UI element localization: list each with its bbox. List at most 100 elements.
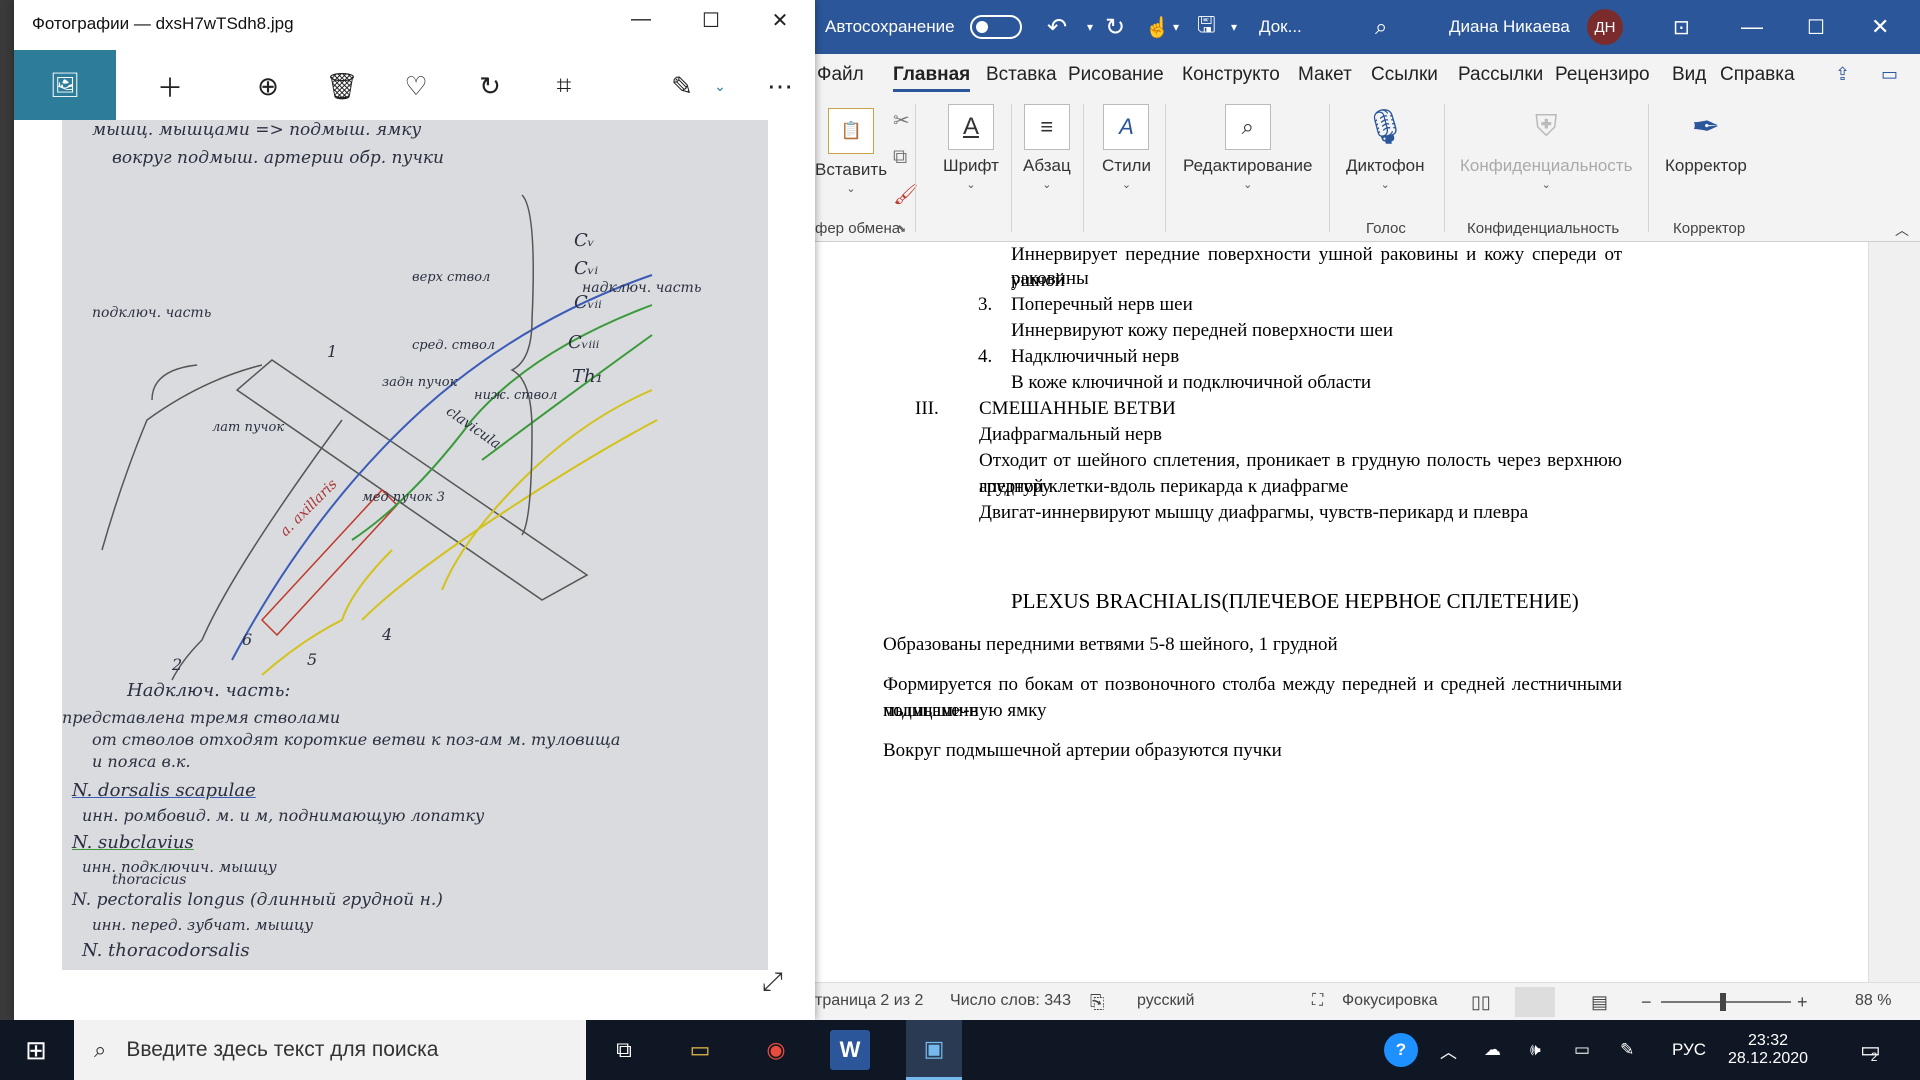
fullscreen-icon[interactable]: ⤢ <box>762 966 783 998</box>
doc-line: грудной клетки-вдоль перикарда к диафраг… <box>979 476 1349 497</box>
add-icon[interactable]: ＋ <box>148 64 192 108</box>
user-name[interactable]: Диана Никаева <box>1449 0 1570 54</box>
paragraph-icon: ≡ <box>1023 104 1070 150</box>
tab-file[interactable]: Файл <box>817 64 864 86</box>
save-icon[interactable]: 🖫 <box>1197 0 1216 54</box>
list-number: III. <box>915 398 939 419</box>
touch-dropdown-icon[interactable]: ▾ <box>1173 0 1179 54</box>
battery-icon[interactable]: ▭ <box>1574 1020 1590 1080</box>
touch-mode-icon[interactable]: ☝ <box>1145 0 1170 54</box>
dictate-label: Диктофон <box>1346 156 1425 175</box>
font-button[interactable]: A Шрифт ⌄ <box>943 104 999 191</box>
tab-help[interactable]: Справка <box>1720 64 1795 86</box>
vertical-scrollbar[interactable] <box>1868 242 1920 982</box>
file-explorer-icon[interactable]: ▭ <box>680 1030 720 1070</box>
tab-mailings[interactable]: Рассылки <box>1458 64 1543 86</box>
editing-button[interactable]: ⌕ Редактирование ⌄ <box>1183 104 1313 191</box>
tab-layout[interactable]: Макет <box>1298 64 1352 86</box>
corrector-button[interactable]: ✒ Корректор <box>1665 104 1747 176</box>
share-icon[interactable]: ⇪ <box>1835 64 1850 85</box>
language-status[interactable]: русский <box>1137 992 1194 1010</box>
photo-viewport[interactable]: мышц. мышцами => подмыш. ямку вокруг под… <box>14 120 815 1020</box>
proofing-icon[interactable]: ⎘ <box>1090 992 1104 1013</box>
zoom-out-icon[interactable]: − <box>1641 992 1652 1013</box>
rotate-icon[interactable]: ↻ <box>468 64 512 108</box>
document-name[interactable]: Док... <box>1259 0 1302 54</box>
clock-time: 23:32 <box>1748 1032 1789 1049</box>
undo-dropdown-icon[interactable]: ▾ <box>1087 0 1093 54</box>
styles-button[interactable]: A Стили ⌄ <box>1102 104 1151 191</box>
handwriting: N. pectoralis longus (длинный грудной н.… <box>72 890 443 910</box>
tab-references[interactable]: Ссылки <box>1371 64 1438 86</box>
word-count[interactable]: Число слов: 343 <box>950 992 1071 1010</box>
delete-icon[interactable]: 🗑 <box>320 64 364 108</box>
chrome-icon[interactable]: ◉ <box>756 1030 796 1070</box>
focus-mode[interactable]: Фокусировка <box>1342 992 1438 1010</box>
favorite-icon[interactable]: ♡ <box>394 64 438 108</box>
tab-insert[interactable]: Вставка <box>986 64 1057 86</box>
pen-icon[interactable]: ✎ <box>1620 1020 1634 1080</box>
photos-app-icon[interactable]: ▣ <box>906 1020 962 1080</box>
tab-review[interactable]: Рецензиро <box>1555 64 1650 86</box>
notification-icon[interactable]: ▭ 2 <box>1860 1020 1881 1080</box>
redo-icon[interactable]: ↻ <box>1105 0 1125 54</box>
crop-icon[interactable]: ⌗ <box>542 64 586 108</box>
comments-icon[interactable]: ▭ <box>1881 64 1898 85</box>
read-mode-icon[interactable]: ▯▯ <box>1471 992 1491 1013</box>
tab-draw[interactable]: Рисование <box>1068 64 1164 86</box>
undo-icon[interactable]: ↶ <box>1047 0 1067 54</box>
document-page[interactable]: Иннервирует передние поверхности ушной р… <box>815 242 1920 982</box>
zoom-slider-thumb[interactable] <box>1720 993 1726 1011</box>
language-indicator[interactable]: РУС <box>1672 1020 1706 1080</box>
maximize-icon[interactable]: ☐ <box>691 8 731 33</box>
page-count[interactable]: траница 2 из 2 <box>815 992 923 1010</box>
minimize-icon[interactable]: — <box>1741 0 1763 54</box>
start-icon[interactable]: ⊞ <box>16 1030 56 1070</box>
print-layout-icon[interactable] <box>1515 987 1555 1017</box>
corrector-label: Корректор <box>1665 156 1747 175</box>
more-icon[interactable]: ⋯ <box>758 64 802 108</box>
autosave-toggle[interactable] <box>970 0 1022 54</box>
word-icon[interactable]: W <box>830 1030 870 1070</box>
paragraph-button[interactable]: ≡ Абзац ⌄ <box>1023 104 1071 191</box>
zoom-icon[interactable]: ⊕ <box>246 64 290 108</box>
web-layout-icon[interactable]: ▤ <box>1591 992 1608 1013</box>
zoom-slider[interactable] <box>1661 1001 1791 1003</box>
tab-home[interactable]: Главная <box>893 64 971 92</box>
clock[interactable]: 23:32 28.12.2020 <box>1728 1010 1808 1070</box>
shield-icon: ⛨ <box>1534 110 1558 143</box>
list-number: 4. <box>978 346 993 367</box>
paste-button[interactable]: 📋 Вставить ⌄ <box>815 108 887 195</box>
cut-icon[interactable]: ✂ <box>893 108 910 133</box>
handwriting: Th₁ <box>572 366 603 387</box>
edit-dropdown-icon[interactable]: ⌄ <box>698 64 742 108</box>
avatar[interactable]: ДН <box>1587 0 1623 54</box>
handwriting: мед пучок 3 <box>362 490 445 505</box>
clipboard-launcher-icon[interactable]: ⬊ <box>897 222 906 235</box>
help-icon[interactable]: ? <box>1384 1020 1418 1080</box>
zoom-level[interactable]: 88 % <box>1855 992 1891 1010</box>
maximize-icon[interactable]: ☐ <box>1807 0 1825 54</box>
view-image-icon[interactable]: 🖼 <box>14 50 116 120</box>
onedrive-icon[interactable]: ☁ <box>1484 1020 1501 1080</box>
copy-icon[interactable]: ⧉ <box>893 146 907 169</box>
taskbar-search[interactable]: ⌕ Введите здесь текст для поиска <box>74 1020 586 1080</box>
focus-icon[interactable]: ⛶ <box>1312 992 1323 1010</box>
dictate-button[interactable]: 🎙 Диктофон ⌄ <box>1346 104 1425 191</box>
qat-dropdown-icon[interactable]: ▾ <box>1231 0 1237 54</box>
ribbon-display-icon[interactable]: ⊡ <box>1673 0 1690 54</box>
close-icon[interactable]: ✕ <box>1871 0 1889 54</box>
confidentiality-button[interactable]: ⛨ Конфиденциальность ⌄ <box>1460 104 1632 191</box>
doc-heading: PLEXUS BRACHIALIS(ПЛЕЧЕВОЕ НЕРВНОЕ СПЛЕТ… <box>1011 589 1579 613</box>
volume-icon[interactable]: 🕪 <box>1530 1020 1541 1080</box>
pen-icon: ✒ <box>1691 108 1721 146</box>
tab-view[interactable]: Вид <box>1672 64 1706 86</box>
collapse-ribbon-icon[interactable]: ︿ <box>1895 220 1909 240</box>
tab-design[interactable]: Конструкто <box>1182 64 1280 86</box>
search-icon[interactable]: ⌕ <box>1375 0 1387 54</box>
task-view-icon[interactable]: ⧉ <box>604 1030 644 1070</box>
handwriting: инн. перед. зубчат. мышцу <box>92 916 314 934</box>
minimize-icon[interactable]: — <box>621 8 661 31</box>
chevron-up-icon[interactable]: ︿ <box>1440 1020 1457 1080</box>
close-icon[interactable]: ✕ <box>760 8 800 33</box>
